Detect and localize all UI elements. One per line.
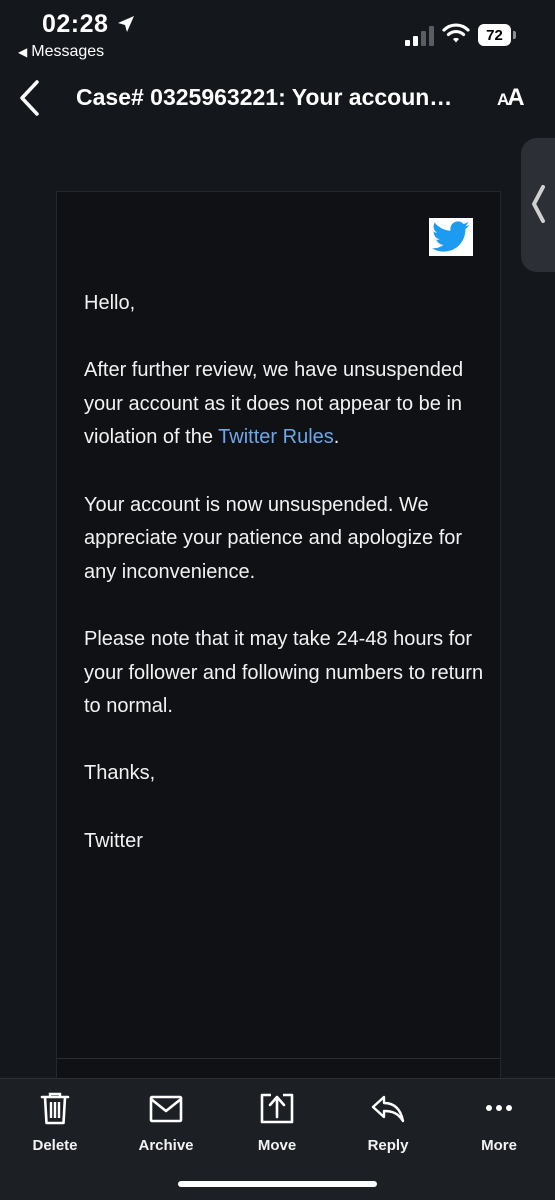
more-button[interactable]: More xyxy=(454,1091,544,1154)
archive-icon xyxy=(149,1095,183,1123)
paragraph-text-end: . xyxy=(333,426,340,449)
chevron-left-icon xyxy=(532,185,545,223)
chevron-left-icon[interactable] xyxy=(16,78,44,118)
more-label: More xyxy=(481,1137,517,1154)
move-label: Move xyxy=(257,1137,297,1154)
delete-label: Delete xyxy=(32,1137,78,1154)
cellular-signal-icon xyxy=(405,26,434,46)
archive-button[interactable]: Archive xyxy=(121,1091,211,1154)
email-paragraph-review: After further review, we have unsuspende… xyxy=(84,354,484,455)
email-signoff: Thanks, xyxy=(84,762,156,785)
email-body: Hello, After further review, we have uns… xyxy=(84,287,484,892)
twitter-bird-icon xyxy=(429,218,473,256)
email-subject: Case# 0325963221: Your accoun… xyxy=(76,84,453,110)
battery-icon: 72 xyxy=(478,24,518,46)
archive-label: Archive xyxy=(138,1137,194,1154)
email-paragraph-note: Please note that it may take 24-48 hours… xyxy=(84,627,484,718)
more-icon xyxy=(486,1105,512,1111)
twitter-rules-link[interactable]: Twitter Rules xyxy=(218,426,334,448)
delete-button[interactable]: Delete xyxy=(10,1091,100,1154)
reply-icon xyxy=(371,1095,405,1123)
email-body-card: Hello, After further review, we have uns… xyxy=(56,191,501,1092)
email-paragraph-unsuspended: Your account is now unsuspended. We appr… xyxy=(84,493,463,583)
back-to-app-link[interactable]: ◀ Messages xyxy=(18,43,104,61)
email-greeting: Hello, xyxy=(84,292,136,314)
side-panel-handle[interactable] xyxy=(521,138,555,272)
home-indicator[interactable] xyxy=(178,1181,377,1187)
battery-level: 72 xyxy=(478,24,511,46)
move-icon xyxy=(260,1093,294,1124)
email-signature: Twitter xyxy=(84,829,143,852)
back-triangle-icon: ◀ xyxy=(18,45,28,59)
status-bar: 02:28 ◀ Messages 72 xyxy=(0,0,555,70)
wifi-icon xyxy=(442,23,470,43)
text-size-button[interactable]: AA xyxy=(497,84,525,112)
back-app-label: Messages xyxy=(31,43,105,60)
trash-icon xyxy=(40,1092,70,1125)
status-time: 02:28 xyxy=(42,10,109,38)
card-divider xyxy=(57,1058,500,1059)
reply-button[interactable]: Reply xyxy=(343,1091,433,1154)
email-screen: 02:28 ◀ Messages 72 Case# 0325963221: Yo… xyxy=(0,0,555,1200)
email-header: Case# 0325963221: Your accoun… AA xyxy=(0,72,555,124)
reply-label: Reply xyxy=(367,1137,409,1154)
move-button[interactable]: Move xyxy=(232,1091,322,1154)
battery-tip xyxy=(513,31,516,39)
location-arrow-icon xyxy=(118,16,134,32)
